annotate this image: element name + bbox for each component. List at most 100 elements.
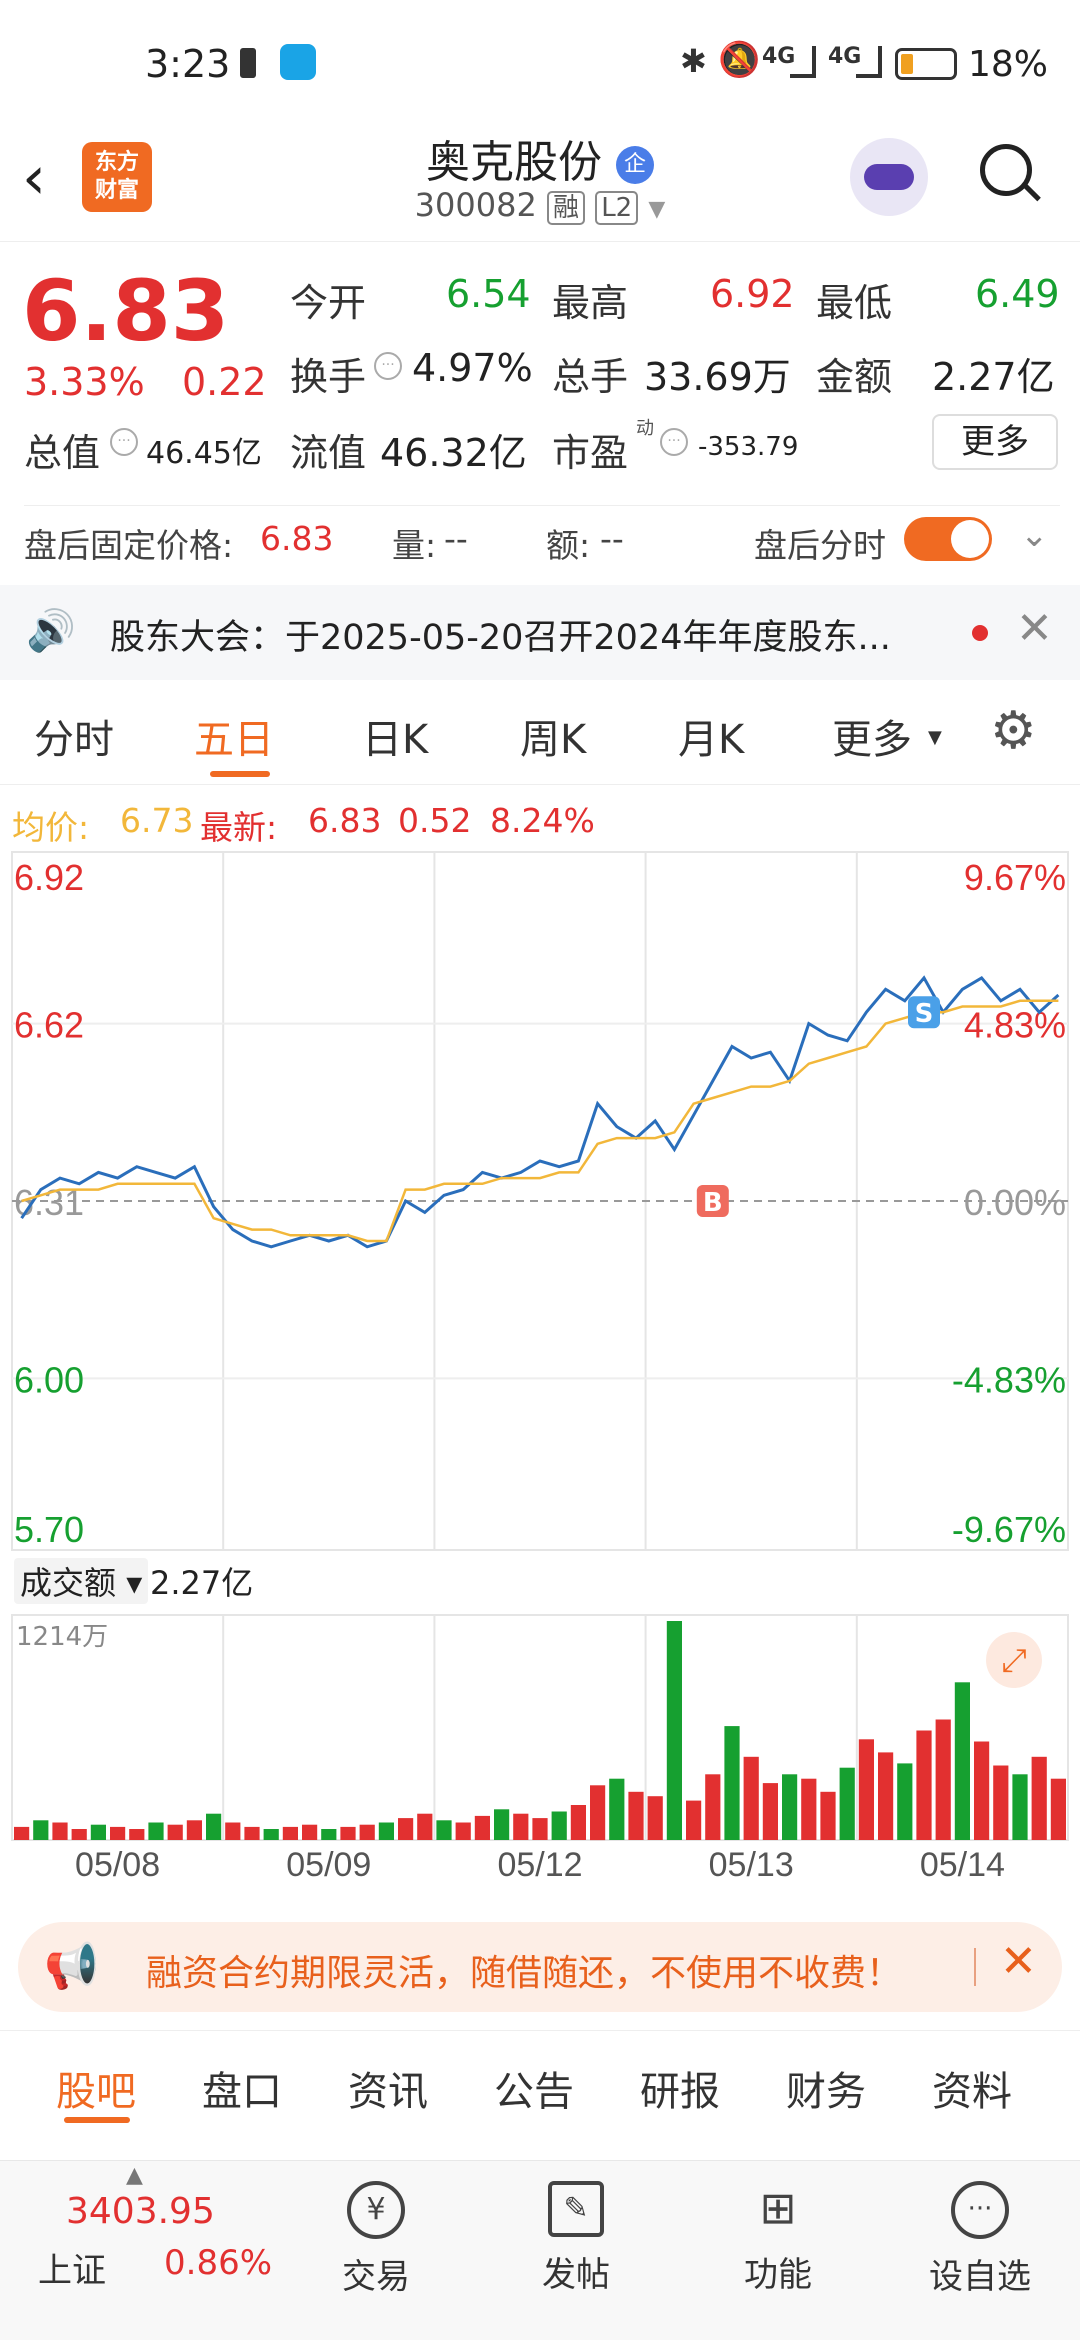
volume-bar [820, 1791, 836, 1840]
tab-day-k[interactable]: 日K [362, 707, 428, 765]
promo-banner[interactable]: 📢 融资合约期限灵活，随借随还，不使用不收费！ ✕ [18, 1922, 1062, 2012]
unread-dot [972, 625, 988, 641]
tab-research[interactable]: 研报 [640, 2059, 720, 2117]
pe-superscript: 动 [636, 418, 654, 439]
robot-assistant-icon[interactable] [850, 138, 928, 216]
level-tag: L2 [595, 191, 639, 225]
chevron-down-icon[interactable]: ⌄ [1020, 515, 1049, 555]
status-time: 3:23 [145, 42, 231, 86]
latest-label: 最新: [200, 808, 278, 847]
volume-bar [532, 1818, 548, 1840]
high-label: 最高 [552, 281, 629, 325]
y-tick-right: 0.00% [964, 1182, 1066, 1223]
amount-selector[interactable]: 成交额 ▾ [14, 1558, 149, 1604]
index-name: 上证 [38, 2251, 106, 2291]
more-button[interactable]: 更多 [932, 414, 1058, 470]
trade-label: 交易 [342, 2257, 410, 2297]
post-button[interactable]: ✎ 发帖 [496, 2181, 656, 2296]
tab-orderbook[interactable]: 盘口 [202, 2059, 282, 2117]
gear-icon[interactable]: ⚙ [990, 701, 1037, 761]
volume-bar [590, 1785, 606, 1841]
volume-bar [551, 1811, 567, 1840]
battery-icon [895, 48, 957, 80]
notice-bar[interactable]: 🔊 股东大会：于2025-05-20召开2024年年度股东... ✕ [0, 585, 1080, 680]
more-dots-icon: ··· [951, 2181, 1009, 2239]
volume-bar [993, 1765, 1009, 1840]
chart-svg[interactable]: 6.92 9.67% 6.62 4.83% 6.31 0.00% 6.00 -4.83% 5.7… [0, 850, 1080, 1884]
tab-forum[interactable]: 股吧 [56, 2059, 136, 2117]
close-icon[interactable]: ✕ [1000, 1936, 1037, 1987]
volume-bar [359, 1824, 375, 1840]
promo-text[interactable]: 融资合约期限灵活，随借随还，不使用不收费！ [146, 1944, 902, 1996]
volume-bar [244, 1826, 260, 1840]
info-icon[interactable]: ··· [660, 428, 688, 456]
expand-icon[interactable]: ⤢ [986, 1632, 1042, 1688]
chevron-up-icon[interactable]: ▲ [126, 2163, 143, 2188]
volume-bar [148, 1822, 164, 1840]
tab-more[interactable]: 更多 [832, 707, 912, 765]
volume-bar [724, 1726, 740, 1840]
five-day-chart[interactable]: 6.92 9.67% 6.62 4.83% 6.31 0.00% 6.00 -4.83% 5.7… [0, 850, 1080, 1884]
y-tick-right: -9.67% [952, 1509, 1066, 1550]
change-percent: 3.33% [24, 360, 145, 404]
tab-finance[interactable]: 财务 [786, 2059, 866, 2117]
search-icon[interactable] [980, 144, 1041, 204]
volume-bar [378, 1822, 394, 1840]
tab-intraday[interactable]: 分时 [34, 707, 114, 765]
x-tick-date: 05/09 [286, 1846, 371, 1880]
info-tabs: 股吧 盘口 资讯 公告 研报 财务 资料 [0, 2030, 1080, 2130]
afterhours-toggle[interactable] [904, 517, 992, 561]
volume-bar [878, 1752, 894, 1840]
y-tick-left: 6.31 [14, 1182, 84, 1223]
y-tick-right: 9.67% [964, 857, 1066, 898]
tab-profile[interactable]: 资料 [932, 2059, 1012, 2117]
volume-bar [974, 1741, 990, 1840]
current-price: 6.83 [22, 262, 230, 360]
volume-bar [897, 1763, 913, 1840]
volume-bar [705, 1774, 721, 1840]
chart-tabs: 分时 五日 日K 周K 月K 更多 ▼ ⚙ [0, 685, 1080, 785]
info-icon[interactable]: ··· [374, 352, 402, 380]
info-icon[interactable]: ··· [110, 428, 138, 456]
volume-bar [436, 1820, 452, 1840]
trade-marker-label: B [703, 1188, 723, 1218]
volume-bar [225, 1822, 241, 1840]
change-value: 0.22 [182, 360, 267, 404]
pe-value: -353.79 [698, 432, 799, 462]
functions-button[interactable]: ⊞ 功能 [698, 2181, 858, 2296]
tab-announcement[interactable]: 公告 [494, 2059, 574, 2117]
tab-week-k[interactable]: 周K [520, 707, 586, 765]
tab-month-k[interactable]: 月K [678, 707, 744, 765]
afterhours-row: 盘后固定价格: 6.83 量: -- 额: -- 盘后分时 ⌄ [0, 505, 1080, 575]
latest-percent: 8.24% [490, 801, 595, 840]
afterhours-toggle-label: 盘后分时 [754, 526, 886, 565]
volume-bar [609, 1778, 625, 1840]
amount-label: 成交额 [20, 1564, 117, 1602]
index-percent: 0.86% [164, 2243, 273, 2283]
volume-bar [206, 1813, 222, 1840]
notice-text[interactable]: 股东大会：于2025-05-20召开2024年年度股东... [110, 609, 891, 660]
search-app-icon [280, 44, 316, 80]
margin-tag: 融 [547, 191, 586, 225]
volume-bar [302, 1824, 318, 1840]
close-icon[interactable]: ✕ [1016, 603, 1053, 654]
amount-value: 2.27亿 [932, 355, 1055, 399]
latest-value: 6.83 [308, 801, 382, 840]
index-value[interactable]: 3403.95 [66, 2191, 215, 2232]
functions-label: 功能 [744, 2255, 812, 2295]
add-watchlist-button[interactable]: ··· 设自选 [900, 2181, 1060, 2298]
volume-bar [743, 1756, 759, 1840]
tab-news[interactable]: 资讯 [348, 2059, 428, 2117]
amount-total: 2.27亿 [150, 1564, 254, 1602]
divider [974, 1948, 976, 1986]
trade-button[interactable]: ¥ 交易 [296, 2181, 456, 2298]
status-bar: 3:23 ✱ 🔕 4G 4G 18% [0, 0, 1080, 130]
alert-icon [240, 48, 256, 78]
tab-five-day[interactable]: 五日 [194, 707, 274, 765]
volume-bar [282, 1826, 298, 1840]
x-tick-date: 05/12 [497, 1846, 582, 1880]
enterprise-badge: 企 [616, 146, 654, 184]
grid-icon: ⊞ [759, 2183, 797, 2234]
avg-label: 均价: [12, 808, 90, 847]
dropdown-icon[interactable]: ▼ [648, 197, 665, 222]
